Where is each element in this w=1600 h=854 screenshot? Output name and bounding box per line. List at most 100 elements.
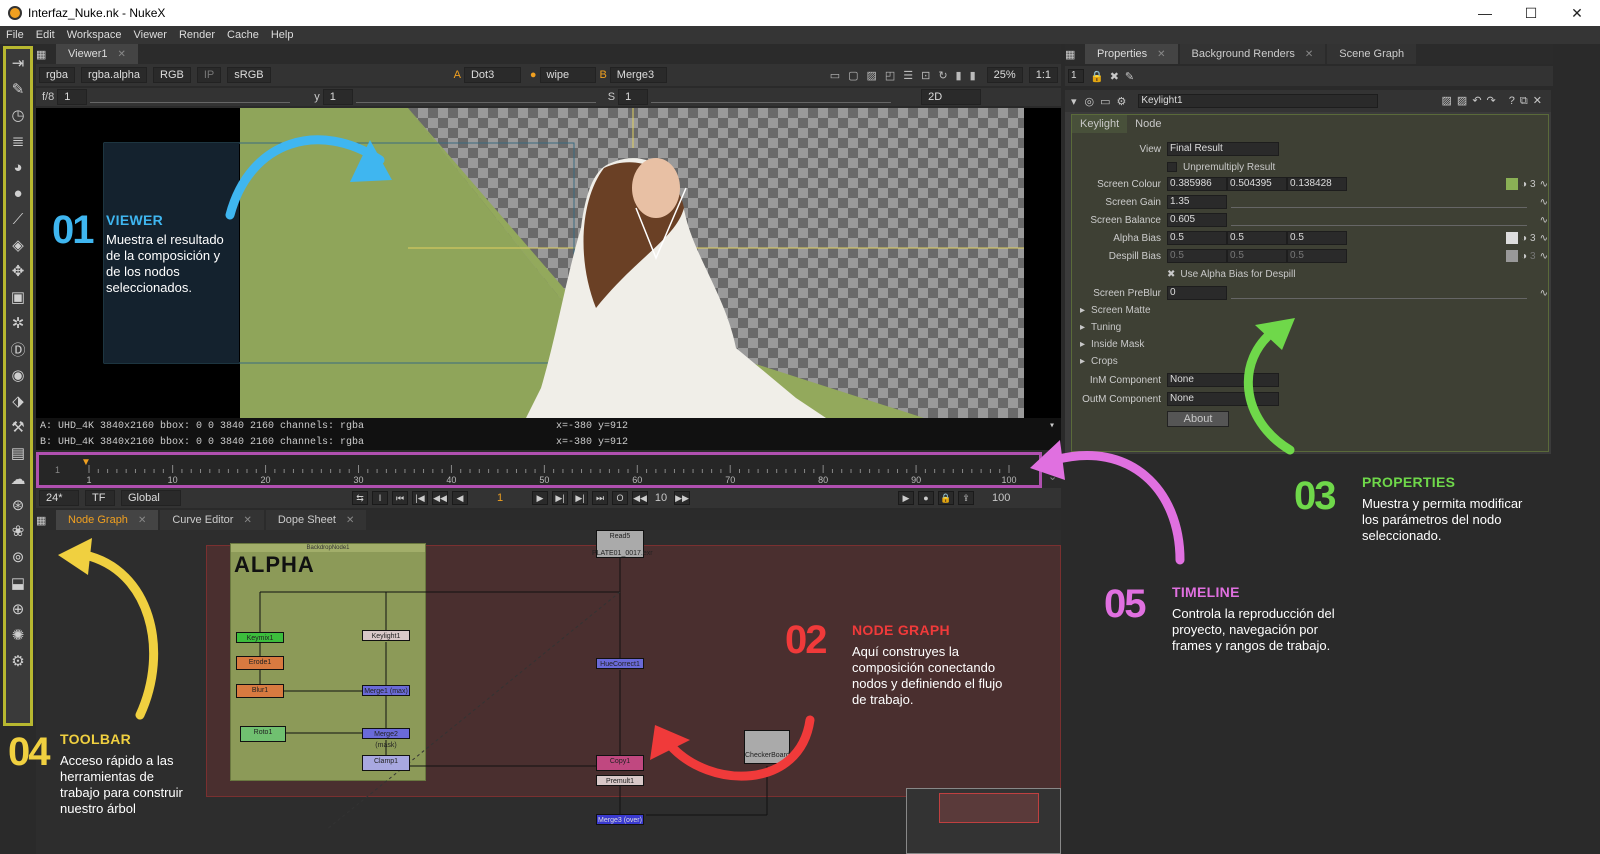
nodegraph-minimap[interactable] [906,788,1061,854]
outm-dropdown[interactable]: None [1167,392,1279,406]
color-wheel-icon[interactable]: ◑ [1521,251,1527,262]
menu-cache[interactable]: Cache [221,29,265,41]
node-keymix[interactable]: Keymix1 [236,632,284,643]
export-range-button[interactable]: ⇪ [958,491,974,505]
step-forward-button[interactable]: ▶▶ [674,491,690,505]
saturation-slider[interactable] [651,91,892,103]
end-frame-field[interactable]: 100 [992,492,1010,504]
preblur-field[interactable]: 0 [1167,286,1227,300]
animation-icon[interactable]: ∿ [1540,215,1548,226]
settings-tool-icon[interactable]: ⚙ [6,649,30,673]
menu-file[interactable]: File [0,29,30,41]
color-wheel-icon[interactable]: ◑ [1521,179,1527,190]
saturation-field[interactable]: 1 [618,89,649,105]
a-input-dropdown[interactable]: Dot3 [463,67,521,83]
animation-icon[interactable]: ∿ [1540,251,1548,262]
screen-balance-slider[interactable] [1231,214,1527,226]
bucket-tool-icon[interactable]: ⬓ [6,571,30,595]
current-frame-field[interactable]: 1 [470,492,530,504]
max-panels-field[interactable]: 1 [1068,69,1084,83]
particles-tool-icon[interactable]: ✲ [6,311,30,335]
loop-icon[interactable]: ⇆ [352,491,368,505]
record-button[interactable]: ● [918,491,934,505]
tab-background-renders[interactable]: Background Renders ✕ [1179,44,1326,64]
minimize-button[interactable]: — [1462,0,1508,26]
animation-icon[interactable]: ∿ [1540,288,1548,299]
keyer-tool-icon[interactable]: ⟋ [6,207,30,231]
view-dropdown[interactable]: Final Result [1167,142,1279,156]
next-frame-button[interactable]: ▶| [552,491,568,505]
timeline[interactable]: 1 1 10 20 30 40 50 60 70 80 90 100 ▼ [36,452,1042,488]
close-tab-icon[interactable]: ✕ [243,515,251,526]
play-backward-button[interactable]: ◀ [452,491,468,505]
tab-dope-sheet[interactable]: Dope Sheet ✕ [265,510,367,530]
collapse-icon[interactable]: ▾ [1071,95,1077,108]
alpha-bias-r[interactable]: 0.5 [1167,231,1227,245]
fps-dropdown[interactable]: 24* [39,490,79,506]
channels-dropdown[interactable]: rgba [39,67,76,83]
transform-tool-icon[interactable]: ✥ [6,259,30,283]
tab-scene-graph[interactable]: Scene Graph [1327,44,1417,64]
clear-panels-icon[interactable]: ✖ [1110,70,1119,83]
metadata-tool-icon[interactable]: ⬗ [6,389,30,413]
prev-keyframe-button[interactable]: |◀ [412,491,428,505]
color-swatch-icon[interactable] [1506,178,1518,190]
node-merge1[interactable]: Merge1 (max) [362,685,410,696]
draw-tool-icon[interactable]: ✎ [6,77,30,101]
pane-menu-icon[interactable]: ▦ [36,44,54,64]
node-header-right-icons[interactable]: ▨▨↶↷ ?⧉✕ [1442,94,1551,108]
viewer-tool-icons[interactable]: ▭▢▨◰☰⊡↻▮▮ [830,69,984,82]
channel-count[interactable]: 3 [1530,251,1536,262]
pane-menu-icon[interactable]: ▦ [36,510,54,530]
playhead-icon[interactable]: ▼ [81,457,91,468]
screen-colour-b[interactable]: 0.138428 [1287,177,1347,191]
first-frame-button[interactable]: ⏮ [392,491,408,505]
node-copy[interactable]: Copy1 [596,755,644,771]
channel-count[interactable]: 3 [1530,179,1536,190]
plugin-tool-icon[interactable]: ⊚ [6,545,30,569]
edit-icon[interactable]: ✎ [1125,70,1134,83]
despill-bias-r[interactable]: 0.5 [1167,249,1227,263]
inm-dropdown[interactable]: None [1167,373,1279,387]
node-keylight[interactable]: Keylight1 [362,630,410,641]
tab-viewer1[interactable]: Viewer1 ✕ [56,44,138,64]
node-clamp[interactable]: Clamp1 [362,755,410,771]
node-merge2[interactable]: Merge2 (mask) [362,728,410,749]
lut-dropdown[interactable]: sRGB [227,67,271,83]
other-tool-icon[interactable]: ▤ [6,441,30,465]
out-point-button[interactable]: O [612,491,628,505]
gizmo-tool-icon[interactable]: ⊕ [6,597,30,621]
info-collapse-icon[interactable]: ▾ [1049,420,1061,432]
time-tool-icon[interactable]: ◷ [6,103,30,127]
gamma-field[interactable]: 1 [322,89,353,105]
group-tuning[interactable]: ▸ Tuning [1080,319,1121,335]
node-checkerboard[interactable]: CheckerBoard [744,730,790,764]
group-inside-mask[interactable]: ▸ Inside Mask [1080,336,1144,352]
wipe-dropdown[interactable]: wipe [539,67,597,83]
screen-gain-slider[interactable] [1231,196,1527,208]
image-tool-icon[interactable]: ⇥ [6,51,30,75]
view-mode-dropdown[interactable]: 2D [921,89,982,105]
node-header-icons[interactable]: ◎▭⚙ [1085,95,1133,108]
color-wheel-icon[interactable]: ◑ [1521,233,1527,244]
step-back-button[interactable]: ◀◀ [632,491,648,505]
node-roto[interactable]: Roto1 [240,726,286,742]
b-input-dropdown[interactable]: Merge3 [609,67,667,83]
lock-range-button[interactable]: 🔒 [938,491,954,505]
colorspace-dropdown[interactable]: RGB [153,67,191,83]
flipbook-button[interactable]: ▶ [898,491,914,505]
group-crops[interactable]: ▸ Crops [1080,353,1118,369]
prev-increment-button[interactable]: ◀◀ [432,491,448,505]
tab-properties[interactable]: Properties ✕ [1085,44,1178,64]
use-alpha-bias-checkbox[interactable]: ✖ [1167,269,1175,280]
alpha-bias-g[interactable]: 0.5 [1227,231,1287,245]
views-tool-icon[interactable]: ◉ [6,363,30,387]
maximize-button[interactable]: ☐ [1508,0,1554,26]
animation-icon[interactable]: ∿ [1540,197,1548,208]
in-point-button[interactable]: I [372,491,388,505]
tf-dropdown[interactable]: TF [85,490,115,506]
menu-render[interactable]: Render [173,29,221,41]
close-button[interactable]: ✕ [1554,0,1600,26]
ratio-dropdown[interactable]: 1:1 [1028,67,1058,83]
preblur-slider[interactable] [1231,287,1527,299]
